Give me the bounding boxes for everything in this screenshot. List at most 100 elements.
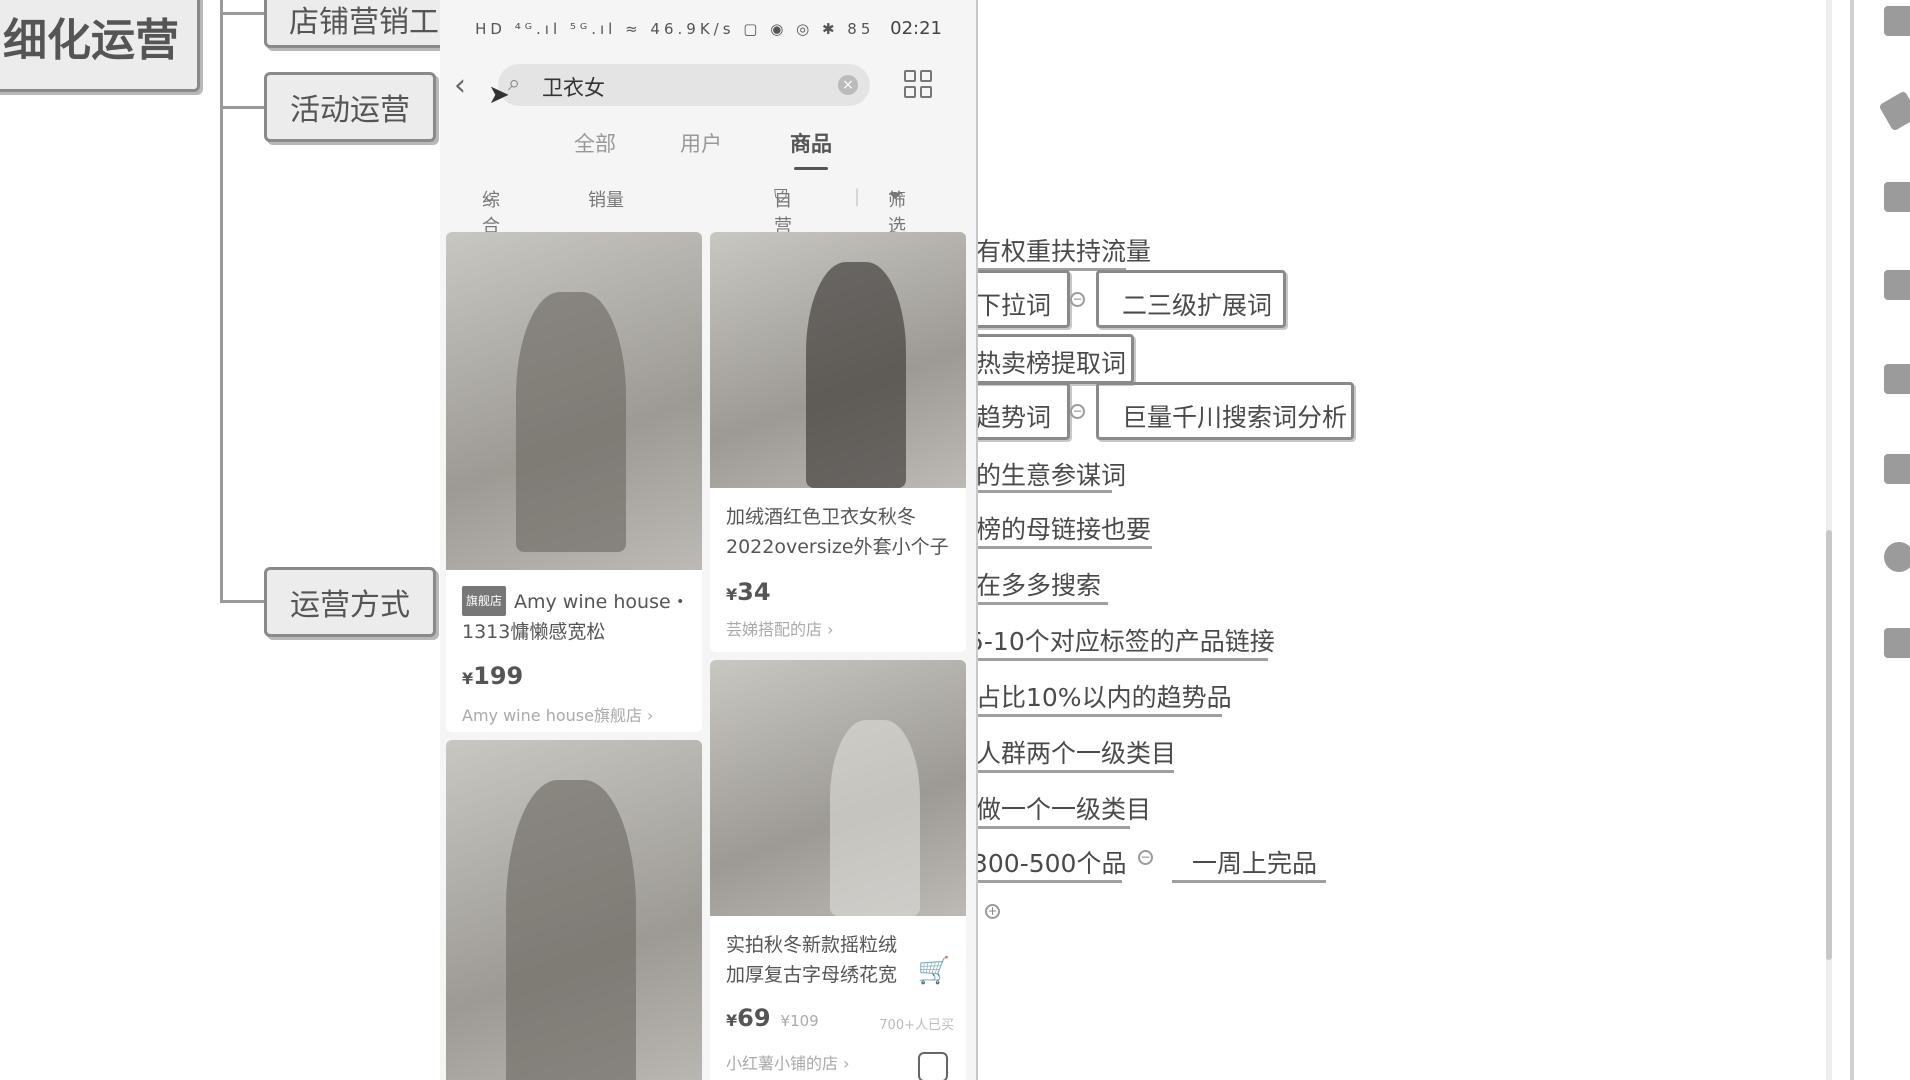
filter-sales[interactable]: 销量 — [588, 186, 624, 212]
leaf-label: 趋势词 — [976, 403, 1052, 432]
comment-icon[interactable] — [1884, 542, 1910, 572]
collapse-icon[interactable]: − — [1138, 850, 1153, 865]
leaf-underline — [976, 490, 1112, 493]
product-title: 旗舰店 Amy wine house・1313慵懒感宽松 — [462, 586, 692, 647]
shop-link[interactable]: 芸娣搭配的店 › — [726, 616, 834, 640]
text-style-icon[interactable] — [1884, 364, 1910, 394]
leaf-node[interactable]: 一周上完品 — [1192, 844, 1317, 880]
image-icon[interactable] — [1884, 182, 1910, 212]
leaf-node[interactable]: 有权重扶持流量 — [976, 232, 1151, 268]
product-card[interactable] — [446, 740, 702, 1080]
search-icon: ⌕ — [508, 71, 521, 96]
leaf-label: 做一个一级类目 — [976, 795, 1152, 824]
tab-products[interactable]: 商品 — [790, 128, 832, 170]
filter-bar: 综合 ⌄ 销量 自营 ⛉ | 筛选 ⏷ — [440, 186, 976, 237]
leaf-underline — [976, 714, 1222, 717]
leaf-node[interactable]: 人群两个一级类目 — [976, 734, 1176, 770]
original-price: ¥109 — [780, 1012, 819, 1030]
task-icon[interactable] — [1884, 628, 1910, 658]
product-card[interactable]: 实拍秋冬新款摇粒绒加厚复古字母绣花宽 🛒 ¥69 ¥109 700+人已买 小红薯… — [710, 660, 966, 1080]
leaf-label: 占比10%以内的趋势品 — [976, 683, 1232, 712]
branch-node-ops-method[interactable]: 运营方式 — [264, 567, 436, 637]
leaf-label: 热卖榜提取词 — [976, 349, 1127, 378]
root-node-label: 细化运营 — [3, 15, 179, 66]
note-document-icon[interactable] — [1884, 454, 1910, 484]
price-value: 199 — [473, 662, 524, 690]
leaf-node[interactable]: 下拉词 — [976, 286, 1051, 322]
search-query: 卫衣女 — [542, 76, 605, 100]
leaf-node[interactable]: 占比10%以内的趋势品 — [976, 678, 1232, 714]
leaf-underline — [976, 602, 1108, 605]
leaf-label: 在多多搜索 — [976, 571, 1102, 600]
branch-node-store-marketing[interactable]: 店铺营销工 — [264, 0, 464, 48]
branch-connector — [220, 600, 264, 603]
product-image — [446, 740, 702, 1080]
product-image — [446, 232, 702, 570]
leaf-label: 有权重扶持流量 — [976, 237, 1152, 266]
product-title: 实拍秋冬新款摇粒绒加厚复古字母绣花宽 — [726, 934, 898, 986]
product-price: ¥34 — [726, 578, 771, 606]
branch-connector — [220, 106, 264, 109]
leaf-node[interactable]: 热卖榜提取词 — [976, 344, 1126, 380]
add-node-icon[interactable]: + — [985, 904, 1000, 919]
brush-icon[interactable] — [1878, 90, 1910, 132]
note-icon[interactable] — [918, 1052, 948, 1080]
leaf-node[interactable]: 做一个一级类目 — [976, 790, 1151, 826]
leaf-node[interactable]: 趋势词 — [976, 398, 1051, 434]
leaf-label: 二三级扩展词 — [1122, 291, 1273, 320]
branch-label: 运营方式 — [290, 588, 410, 623]
leaf-underline — [972, 880, 1122, 883]
sold-count: 700+人已买 — [879, 1018, 954, 1033]
search-input[interactable]: ⌕ 卫衣女 × — [498, 64, 870, 106]
branch-node-activity-ops[interactable]: 活动运营 — [264, 72, 436, 142]
leaf-underline — [1172, 880, 1326, 883]
product-image — [710, 660, 966, 916]
search-bar: ‹ ⌕ 卫衣女 × — [440, 60, 976, 110]
status-time: 02:21 — [890, 18, 942, 39]
leaf-label: 的生意参谋词 — [976, 461, 1127, 490]
leaf-node[interactable]: 5-10个对应标签的产品链接 — [968, 622, 1275, 658]
tab-all[interactable]: 全部 — [574, 128, 616, 158]
flag-icon[interactable] — [1884, 270, 1910, 300]
branch-connector — [220, 12, 264, 15]
status-bar: HD ⁴ᴳ.ıl ⁵ᴳ.ıl ≈ 46.9K/s ▢ ◉ ◎ ✱ 85 02:2… — [475, 18, 942, 39]
branch-connector — [220, 0, 267, 600]
panel-divider — [1850, 0, 1854, 1080]
outline-icon[interactable] — [1884, 6, 1910, 36]
price-value: 34 — [737, 578, 771, 606]
tab-users[interactable]: 用户 — [680, 128, 722, 158]
leaf-underline — [976, 546, 1152, 549]
product-card[interactable]: 旗舰店 Amy wine house・1313慵懒感宽松 ¥199 Amy win… — [446, 232, 702, 732]
funnel-icon: ⏷ — [888, 186, 903, 207]
collapse-icon[interactable]: − — [1070, 404, 1085, 419]
scrollbar-thumb[interactable] — [1826, 530, 1832, 960]
result-tabs: 全部 用户 商品 — [440, 128, 976, 170]
leaf-node[interactable]: 在多多搜索 — [976, 566, 1101, 602]
leaf-underline — [976, 770, 1174, 773]
shop-link[interactable]: Amy wine house旗舰店 › — [462, 702, 653, 726]
clear-icon[interactable]: × — [838, 75, 858, 95]
leaf-node[interactable]: 榜的母链接也要 — [976, 510, 1151, 546]
product-image — [710, 232, 966, 488]
shop-link[interactable]: 小红薯小铺的店 › — [726, 1050, 850, 1074]
chevron-down-icon: ⌄ — [482, 186, 498, 207]
price-value: 69 — [737, 1004, 771, 1032]
leaf-node[interactable]: 巨量千川搜索词分析 — [1122, 398, 1347, 434]
filter-divider: | — [854, 186, 861, 207]
leaf-underline — [968, 658, 1268, 661]
collapse-icon[interactable]: − — [1070, 292, 1085, 307]
leaf-label: 榜的母链接也要 — [976, 515, 1152, 544]
shield-check-icon: ⛉ — [774, 186, 788, 207]
product-card[interactable]: 加绒酒红色卫衣女秋冬2022oversize外套小个子 ¥34 芸娣搭配的店 › — [710, 232, 966, 652]
root-node[interactable]: 细化运营 — [0, 0, 200, 92]
leaf-label: 下拉词 — [976, 291, 1052, 320]
leaf-label: 5-10个对应标签的产品链接 — [968, 627, 1275, 656]
leaf-label: 巨量千川搜索词分析 — [1122, 403, 1348, 432]
back-icon[interactable]: ‹ — [454, 68, 466, 103]
leaf-node[interactable]: 的生意参谋词 — [976, 456, 1126, 492]
leaf-label: 人群两个一级类目 — [976, 739, 1177, 768]
cart-icon[interactable]: 🛒 — [918, 956, 950, 986]
leaf-node[interactable]: 300-500个品 — [972, 844, 1126, 880]
leaf-node[interactable]: 二三级扩展词 — [1122, 286, 1272, 322]
grid-view-icon[interactable] — [904, 70, 932, 98]
